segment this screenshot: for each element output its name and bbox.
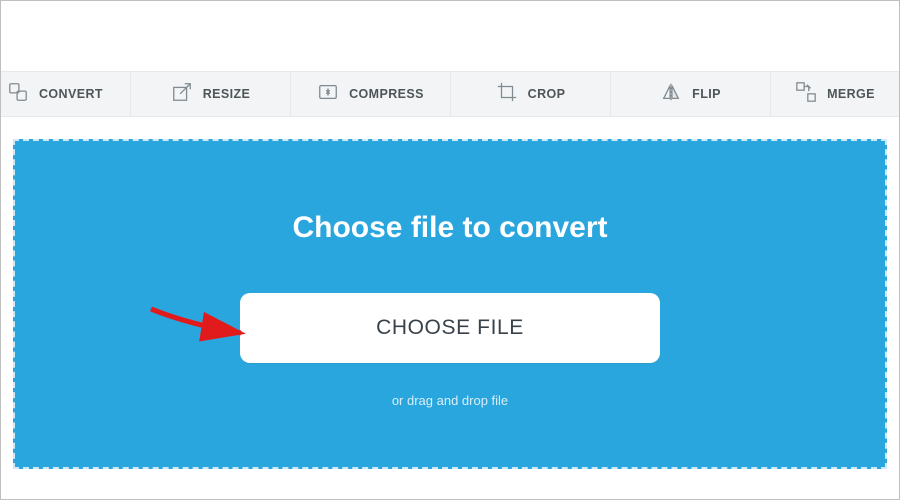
tool-convert[interactable]: CONVERT [1,72,131,116]
tool-label: RESIZE [203,87,251,101]
header-spacer [1,1,899,71]
choose-file-button[interactable]: CHOOSE FILE [240,293,660,363]
tool-crop[interactable]: CROP [451,72,611,116]
tool-flip[interactable]: FLIP [611,72,771,116]
dropzone-hint: or drag and drop file [392,393,508,408]
convert-icon [7,81,29,108]
dropzone[interactable]: Choose file to convert CHOOSE FILE or dr… [13,139,887,469]
dropzone-inner: Choose file to convert CHOOSE FILE or dr… [15,141,885,467]
tool-merge[interactable]: MERGE [771,72,899,116]
dropzone-headline: Choose file to convert [292,211,607,245]
tool-compress[interactable]: COMPRESS [291,72,451,116]
flip-icon [660,81,682,108]
tool-resize[interactable]: RESIZE [131,72,291,116]
resize-icon [171,81,193,108]
tool-label: COMPRESS [349,87,424,101]
crop-icon [496,81,518,108]
app-frame: CONVERT RESIZE COMPRESS CROP FLIP [0,0,900,500]
compress-icon [317,81,339,108]
tool-label: MERGE [827,87,875,101]
tool-label: CROP [528,87,566,101]
merge-icon [795,81,817,108]
tools-toolbar: CONVERT RESIZE COMPRESS CROP FLIP [1,71,899,117]
tool-label: CONVERT [39,87,103,101]
tool-label: FLIP [692,87,721,101]
